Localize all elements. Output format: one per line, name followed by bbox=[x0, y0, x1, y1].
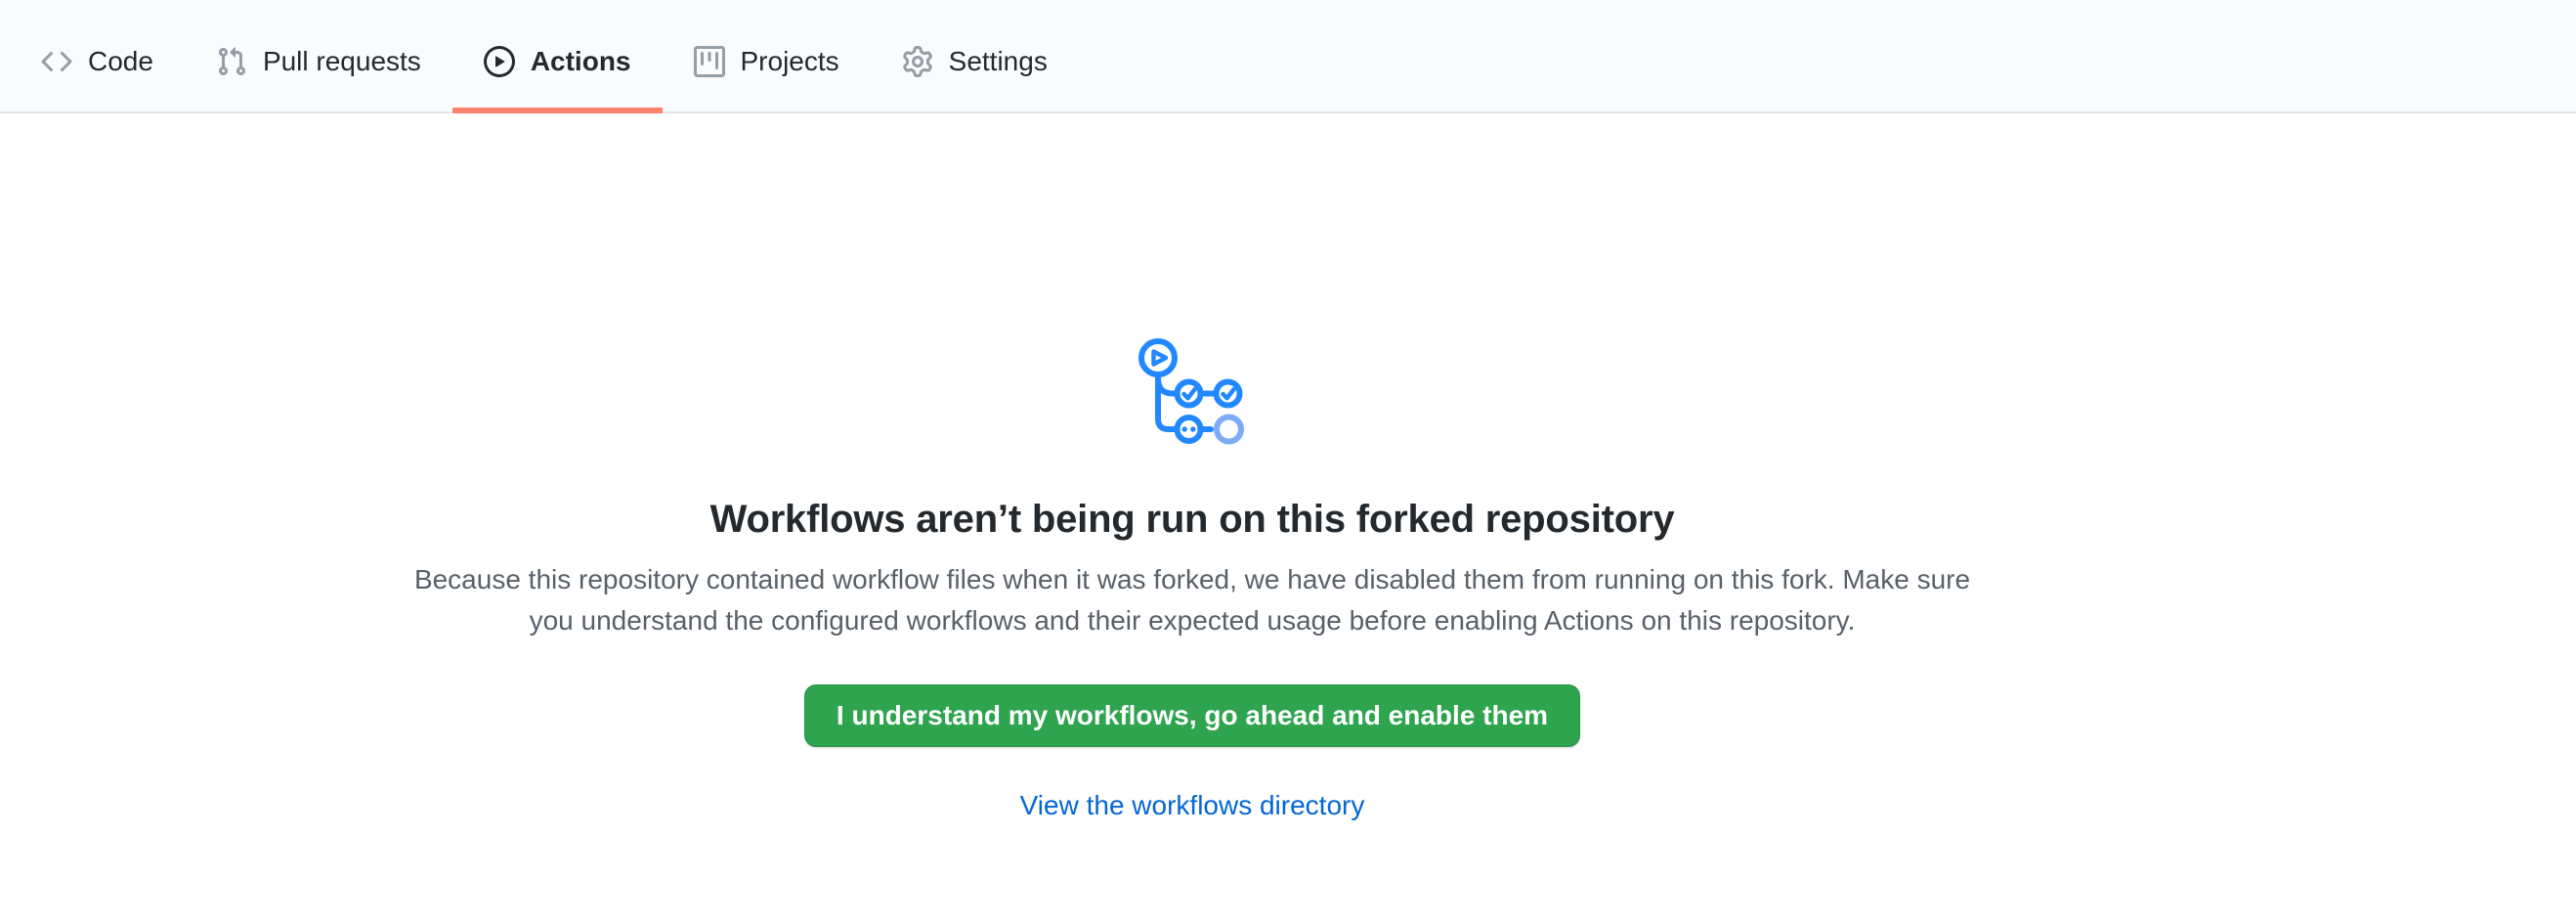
repo-tab-nav: Code Pull requests Actions Projects Sett… bbox=[0, 0, 2576, 113]
tab-projects[interactable]: Projects bbox=[663, 12, 871, 111]
view-workflows-directory-link[interactable]: View the workflows directory bbox=[1020, 790, 1365, 820]
tab-label: Projects bbox=[741, 48, 839, 75]
workflow-illustration-icon bbox=[1134, 329, 1251, 446]
tab-actions[interactable]: Actions bbox=[452, 12, 663, 111]
actions-blankslate: Workflows aren’t being run on this forke… bbox=[0, 113, 2384, 821]
code-icon bbox=[41, 46, 72, 77]
tab-label: Code bbox=[88, 48, 153, 75]
workflows-link-row: View the workflows directory bbox=[0, 790, 2384, 821]
tab-label: Actions bbox=[531, 48, 631, 75]
gear-icon bbox=[902, 46, 933, 77]
tab-label: Settings bbox=[949, 48, 1048, 75]
tab-label: Pull requests bbox=[263, 48, 421, 75]
enable-button-row: I understand my workflows, go ahead and … bbox=[0, 641, 2384, 747]
enable-workflows-button[interactable]: I understand my workflows, go ahead and … bbox=[804, 684, 1580, 747]
blankslate-description: Because this repository contained workfl… bbox=[406, 559, 1979, 641]
git-pull-request-icon bbox=[216, 46, 247, 77]
play-icon bbox=[484, 46, 515, 77]
page-title: Workflows aren’t being run on this forke… bbox=[0, 498, 2384, 542]
tab-settings[interactable]: Settings bbox=[871, 12, 1079, 111]
tab-pull-requests[interactable]: Pull requests bbox=[185, 12, 452, 111]
project-icon bbox=[694, 46, 725, 77]
tab-code[interactable]: Code bbox=[10, 12, 185, 111]
